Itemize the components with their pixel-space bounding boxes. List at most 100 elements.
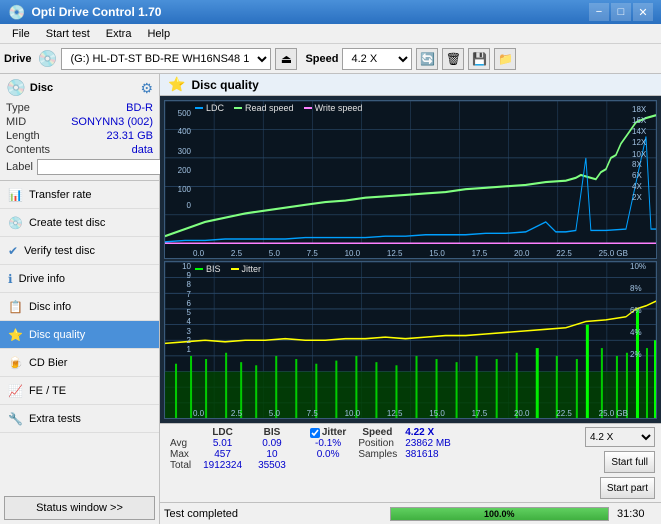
speed-label: Speed <box>305 53 338 65</box>
bis-total: 35503 <box>250 460 294 471</box>
sidebar-item-verify-test[interactable]: ✔ Verify test disc <box>0 237 159 265</box>
legend-read-label: Read speed <box>245 103 294 113</box>
jitter-checkbox[interactable] <box>310 428 320 438</box>
y2-right-6: 6% <box>630 306 642 315</box>
write-button[interactable]: 💾 <box>468 48 490 70</box>
legend-write-label: Write speed <box>315 103 363 113</box>
x2-7.5: 7.5 <box>307 409 318 418</box>
x2-17.5: 17.5 <box>472 409 488 418</box>
sidebar-item-create-test[interactable]: 💿 Create test disc <box>0 209 159 237</box>
y2-label-5: 5 <box>187 308 191 317</box>
y-label-4x: 4X <box>632 182 642 191</box>
disc-info-icon: 📋 <box>8 300 23 314</box>
ldc-total: 1912324 <box>195 460 250 471</box>
time-display: 31:30 <box>617 508 657 520</box>
eject-button[interactable]: ⏏ <box>275 48 297 70</box>
nav-items: 📊 Transfer rate 💿 Create test disc ✔ Ver… <box>0 181 159 492</box>
x-22.5: 22.5 <box>556 249 572 258</box>
sidebar-item-cd-bier-label: CD Bier <box>29 357 68 369</box>
speed-select[interactable]: 4.2 X <box>342 48 412 70</box>
position-label: Position <box>354 438 401 449</box>
x-12.5: 12.5 <box>387 249 403 258</box>
sidebar-item-fe-te[interactable]: 📈 FE / TE <box>0 377 159 405</box>
content-header-title: Disc quality <box>191 78 258 92</box>
mid-label: MID <box>6 116 26 128</box>
y2-right-4: 4% <box>630 328 642 337</box>
length-value: 23.31 GB <box>107 130 153 142</box>
legend-read: Read speed <box>234 103 294 113</box>
drive-info-icon: ℹ <box>8 272 13 286</box>
x-20: 20.0 <box>514 249 530 258</box>
samples-label: Samples <box>354 449 401 460</box>
sidebar-item-disc-info-label: Disc info <box>29 301 71 313</box>
chart-bis: BIS Jitter <box>164 261 657 420</box>
y2-label-3: 3 <box>187 327 191 336</box>
chart-ldc: LDC Read speed Write speed <box>164 100 657 259</box>
y-label-400: 400 <box>178 127 191 136</box>
x-7.5: 7.5 <box>307 249 318 258</box>
max-label: Max <box>166 449 195 460</box>
stats-table: LDC BIS Jitter Speed 4.22 X <box>166 427 455 471</box>
status-window-button[interactable]: Status window >> <box>4 496 155 520</box>
x2-15: 15.0 <box>429 409 445 418</box>
bis-max: 10 <box>250 449 294 460</box>
y2-right-10: 10% <box>630 262 646 271</box>
erase-button[interactable]: 🗑 <box>442 48 464 70</box>
maximize-button[interactable]: □ <box>611 3 631 21</box>
y-label-16x: 16X <box>632 116 646 125</box>
chart1-svg <box>165 101 656 258</box>
fe-te-icon: 📈 <box>8 384 23 398</box>
app-icon: 💿 <box>8 4 25 21</box>
sidebar: 💿 Disc ⚙ Type BD-R MID SONYNN3 (002) Len… <box>0 74 160 524</box>
y2-label-8: 8 <box>187 280 191 289</box>
stats-buttons: 4.2 X Start full Start part <box>585 427 655 499</box>
menu-file[interactable]: File <box>4 26 38 42</box>
close-button[interactable]: ✕ <box>633 3 653 21</box>
y2-label-7: 7 <box>187 290 191 299</box>
save-button[interactable]: 📁 <box>494 48 516 70</box>
menu-help[interactable]: Help <box>139 26 178 42</box>
charts-container: LDC Read speed Write speed <box>160 96 661 423</box>
y2-label-4: 4 <box>187 317 191 326</box>
y-label-14x: 14X <box>632 127 646 136</box>
menu-starttest[interactable]: Start test <box>38 26 98 42</box>
sidebar-item-drive-info[interactable]: ℹ Drive info <box>0 265 159 293</box>
y2-right-8: 8% <box>630 284 642 293</box>
minimize-button[interactable]: − <box>589 3 609 21</box>
start-full-button[interactable]: Start full <box>604 451 655 473</box>
start-part-button[interactable]: Start part <box>600 477 655 499</box>
sidebar-item-fe-te-label: FE / TE <box>29 385 66 397</box>
y-label-200: 200 <box>178 166 191 175</box>
legend-ldc-label: LDC <box>206 103 224 113</box>
sidebar-item-disc-info[interactable]: 📋 Disc info <box>0 293 159 321</box>
mid-value: SONYNN3 (002) <box>71 116 153 128</box>
sidebar-item-cd-bier[interactable]: 🍺 CD Bier <box>0 349 159 377</box>
drive-select[interactable]: (G:) HL-DT-ST BD-RE WH16NS48 1.D3 <box>61 48 271 70</box>
sidebar-item-transfer-rate[interactable]: 📊 Transfer rate <box>0 181 159 209</box>
length-label: Length <box>6 130 40 142</box>
speed-select-stats[interactable]: 4.2 X <box>585 427 655 447</box>
app-title: Opti Drive Control 1.70 <box>31 5 161 19</box>
legend-jitter: Jitter <box>231 264 262 274</box>
sidebar-item-extra-tests[interactable]: 🔧 Extra tests <box>0 405 159 433</box>
x2-12.5: 12.5 <box>387 409 403 418</box>
main-layout: 💿 Disc ⚙ Type BD-R MID SONYNN3 (002) Len… <box>0 74 661 524</box>
status-bar: Test completed 100.0% 31:30 <box>160 502 661 524</box>
legend-bis-label: BIS <box>206 264 221 274</box>
jitter-avg: -0.1% <box>302 438 354 449</box>
y-label-300: 300 <box>178 147 191 156</box>
refresh-button[interactable]: 🔄 <box>416 48 438 70</box>
drive-icon: 💿 <box>38 49 58 69</box>
legend-ldc: LDC <box>195 103 224 113</box>
col-speed-header: Speed <box>354 427 401 438</box>
sidebar-item-disc-quality[interactable]: ⭐ Disc quality <box>0 321 159 349</box>
chart1-x-labels: 0.0 2.5 5.0 7.5 10.0 12.5 15.0 17.5 20.0… <box>193 249 628 258</box>
x-17.5: 17.5 <box>472 249 488 258</box>
ldc-max: 457 <box>195 449 250 460</box>
disc-label-input[interactable] <box>37 159 175 175</box>
disc-quality-icon: ⭐ <box>8 328 23 342</box>
menu-extra[interactable]: Extra <box>98 26 140 42</box>
y-label-0: 0 <box>187 201 191 210</box>
create-test-icon: 💿 <box>8 216 23 230</box>
sidebar-item-drive-info-label: Drive info <box>19 273 65 285</box>
